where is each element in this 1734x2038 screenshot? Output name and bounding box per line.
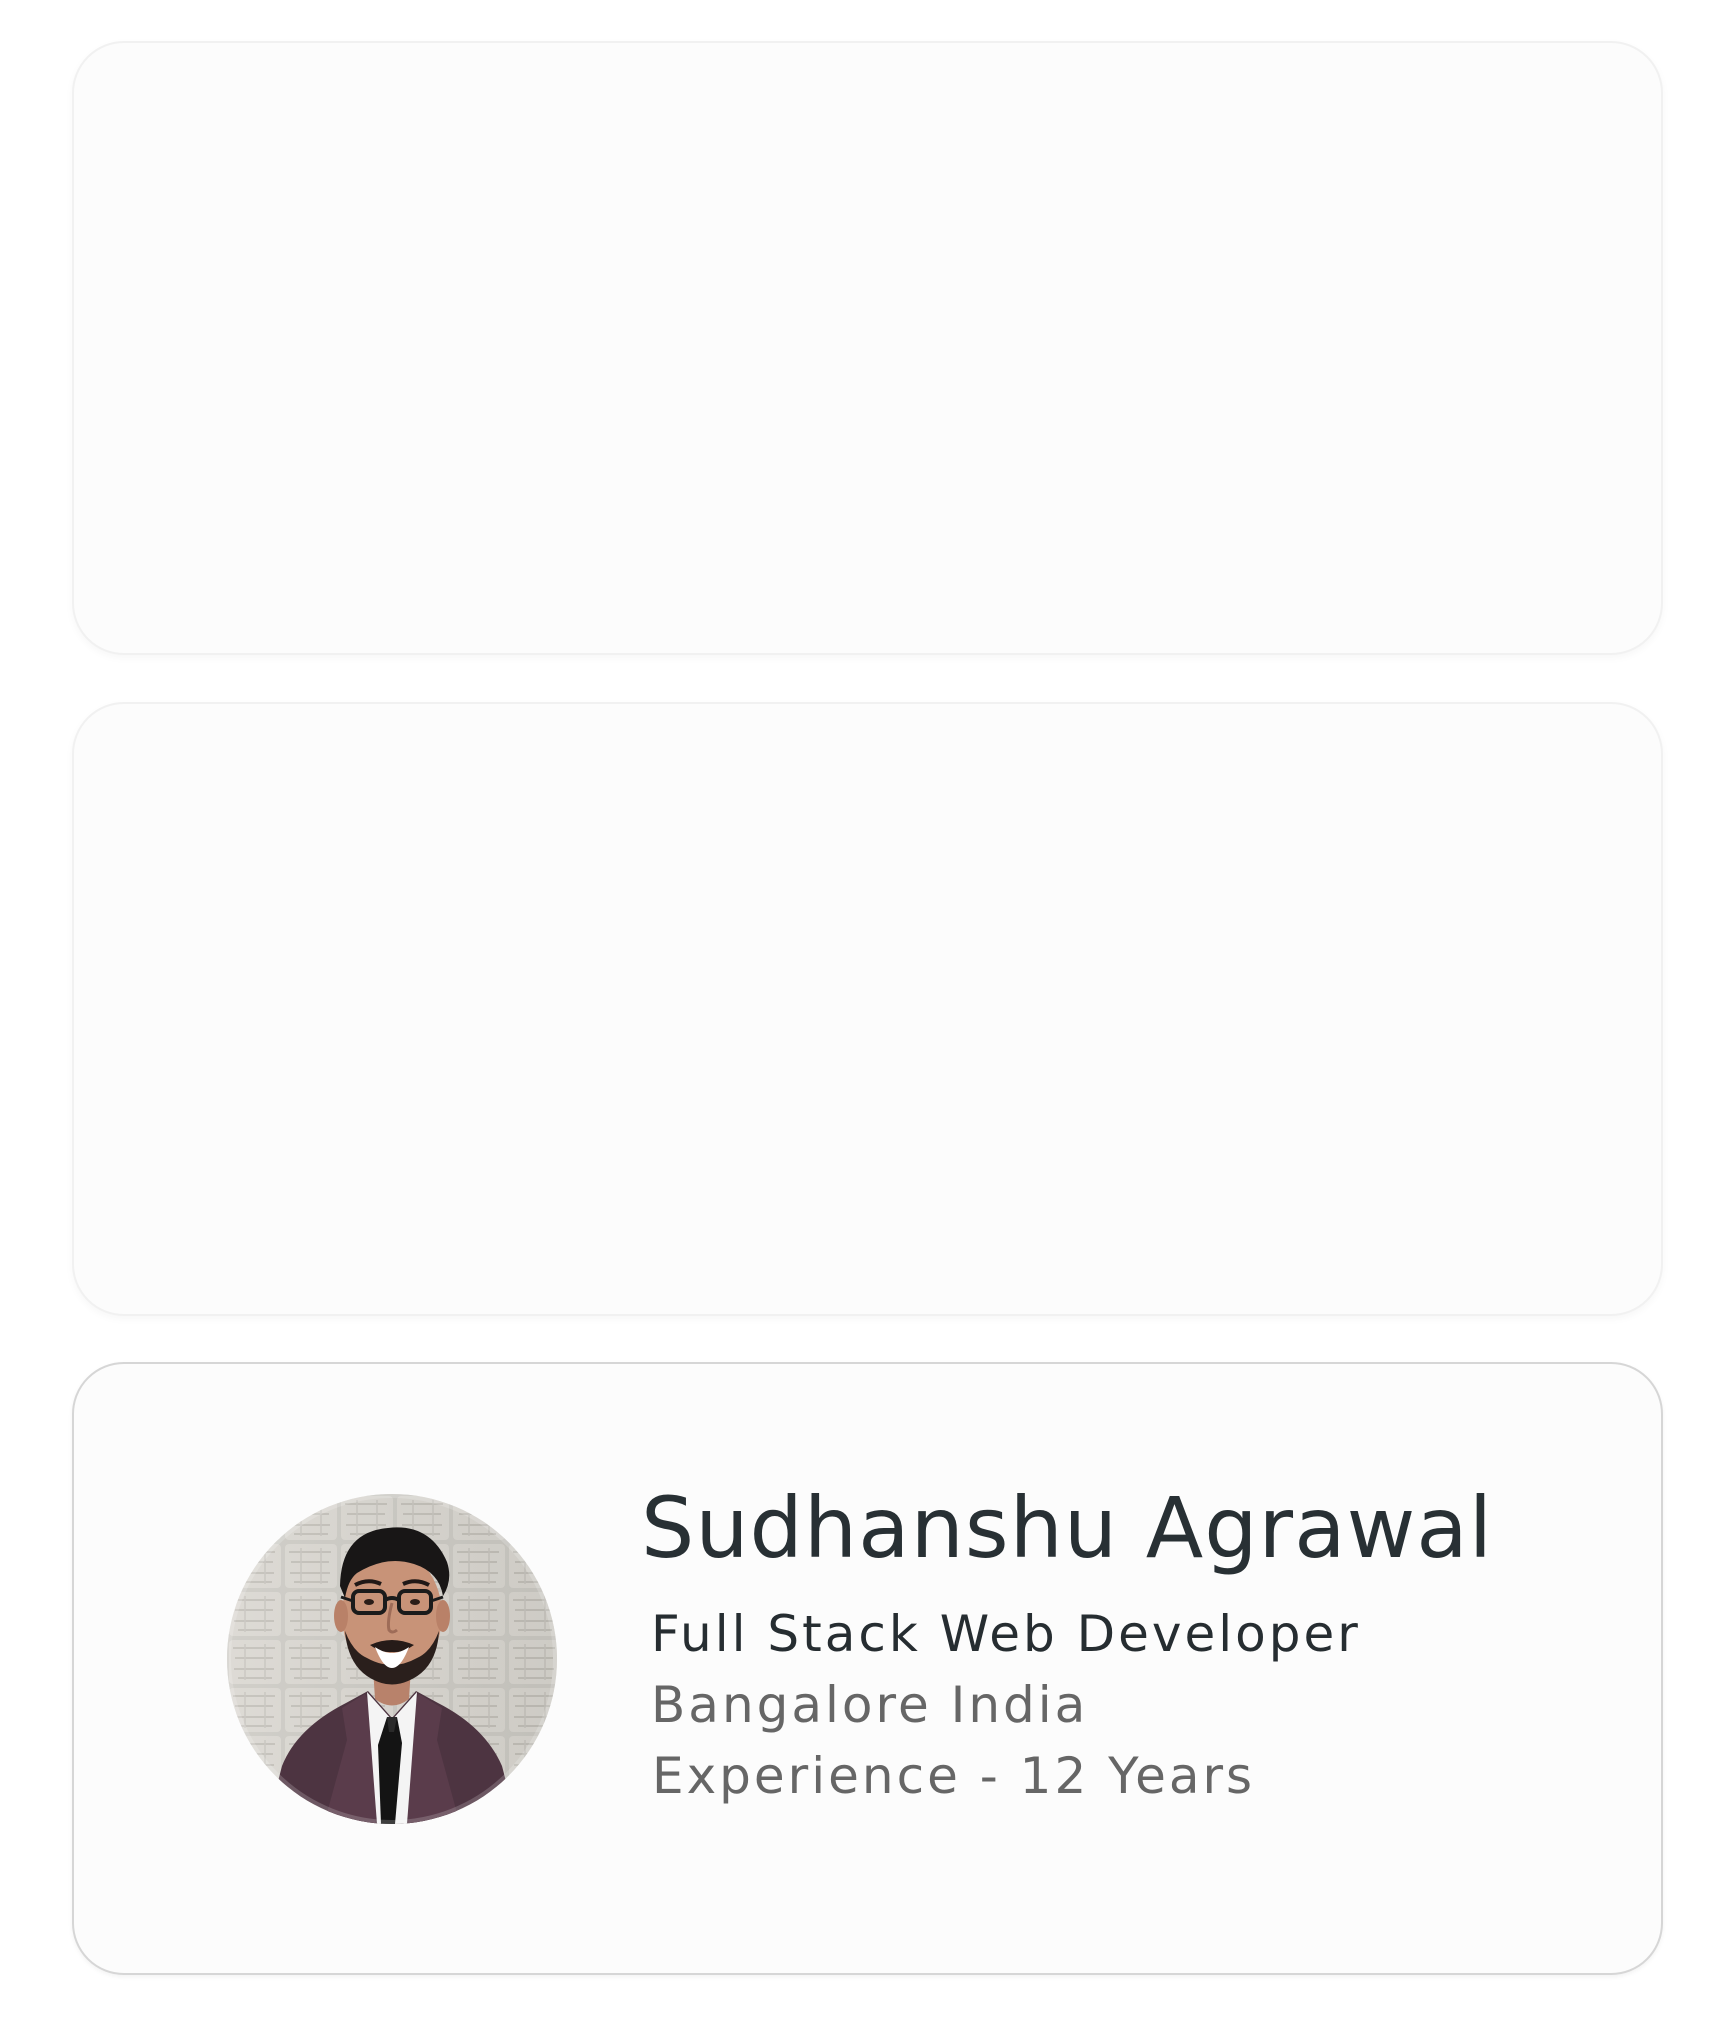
placeholder-card-1	[72, 41, 1663, 655]
placeholder-card-2	[72, 702, 1663, 1316]
profile-role: Full Stack Web Developer	[651, 1605, 1361, 1663]
profile-card: Sudhanshu Agrawal Full Stack Web Develop…	[72, 1362, 1663, 1975]
profile-experience: Experience - 12 Years	[652, 1747, 1256, 1805]
profile-location: Bangalore India	[651, 1676, 1089, 1734]
profile-avatar	[227, 1494, 557, 1824]
profile-name: Sudhanshu Agrawal	[641, 1479, 1494, 1577]
